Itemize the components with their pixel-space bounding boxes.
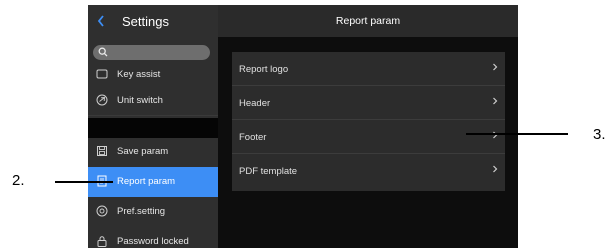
- report-param-panel: Report param Report logo Header Footer P…: [218, 5, 518, 248]
- row-report-logo[interactable]: Report logo: [232, 52, 505, 86]
- sidebar-header: Settings: [88, 5, 218, 37]
- sidebar-title: Settings: [122, 14, 169, 29]
- chevron-right-icon: [493, 165, 498, 173]
- preference-icon: [96, 205, 108, 217]
- sidebar-gap: [88, 118, 218, 138]
- sidebar-item-label: Save param: [117, 146, 169, 157]
- sidebar-item-label: Report param: [117, 176, 176, 187]
- sidebar-item-save-param[interactable]: Save param: [88, 137, 218, 167]
- callout-line-2: [55, 181, 113, 183]
- sidebar-item-key-assist[interactable]: Key assist: [88, 67, 218, 81]
- row-header[interactable]: Header: [232, 86, 505, 120]
- chevron-right-icon: [493, 131, 498, 139]
- row-label: PDF template: [239, 166, 298, 177]
- settings-sidebar: Settings Key assist Unit switch Save par…: [88, 5, 218, 248]
- search-icon: [98, 47, 108, 57]
- chevron-right-icon: [493, 63, 498, 71]
- sidebar-item-label: Unit switch: [117, 95, 163, 106]
- row-pdf-template[interactable]: PDF template: [232, 154, 505, 188]
- sidebar-item-unit-switch[interactable]: Unit switch: [88, 86, 218, 116]
- row-label: Report logo: [239, 64, 289, 75]
- unit-switch-icon: [96, 94, 108, 106]
- row-footer[interactable]: Footer: [232, 120, 505, 154]
- report-param-list: Report logo Header Footer PDF template: [232, 52, 505, 191]
- panel-header: Report param: [218, 5, 518, 37]
- callout-line-3: [466, 133, 568, 135]
- sidebar-item-label: Key assist: [117, 69, 161, 80]
- search-input[interactable]: [93, 45, 210, 60]
- row-label: Header: [239, 98, 271, 109]
- sidebar-item-pref-setting[interactable]: Pref.setting: [88, 197, 218, 227]
- callout-label-2: 2.: [12, 172, 25, 189]
- back-chevron-icon[interactable]: [96, 14, 106, 28]
- keyboard-icon: [96, 69, 108, 79]
- page-title: Report param: [335, 15, 401, 27]
- sidebar-item-label: Pref.setting: [117, 206, 166, 217]
- chevron-right-icon: [493, 97, 498, 105]
- sidebar-item-password-locked[interactable]: Password locked: [88, 227, 218, 248]
- lock-icon: [97, 236, 107, 247]
- divider: [88, 115, 218, 116]
- save-icon: [97, 146, 107, 156]
- sidebar-item-label: Password locked: [117, 236, 189, 247]
- callout-label-3: 3.: [593, 126, 606, 143]
- row-label: Footer: [239, 132, 267, 143]
- device-screen: Settings Key assist Unit switch Save par…: [88, 5, 518, 248]
